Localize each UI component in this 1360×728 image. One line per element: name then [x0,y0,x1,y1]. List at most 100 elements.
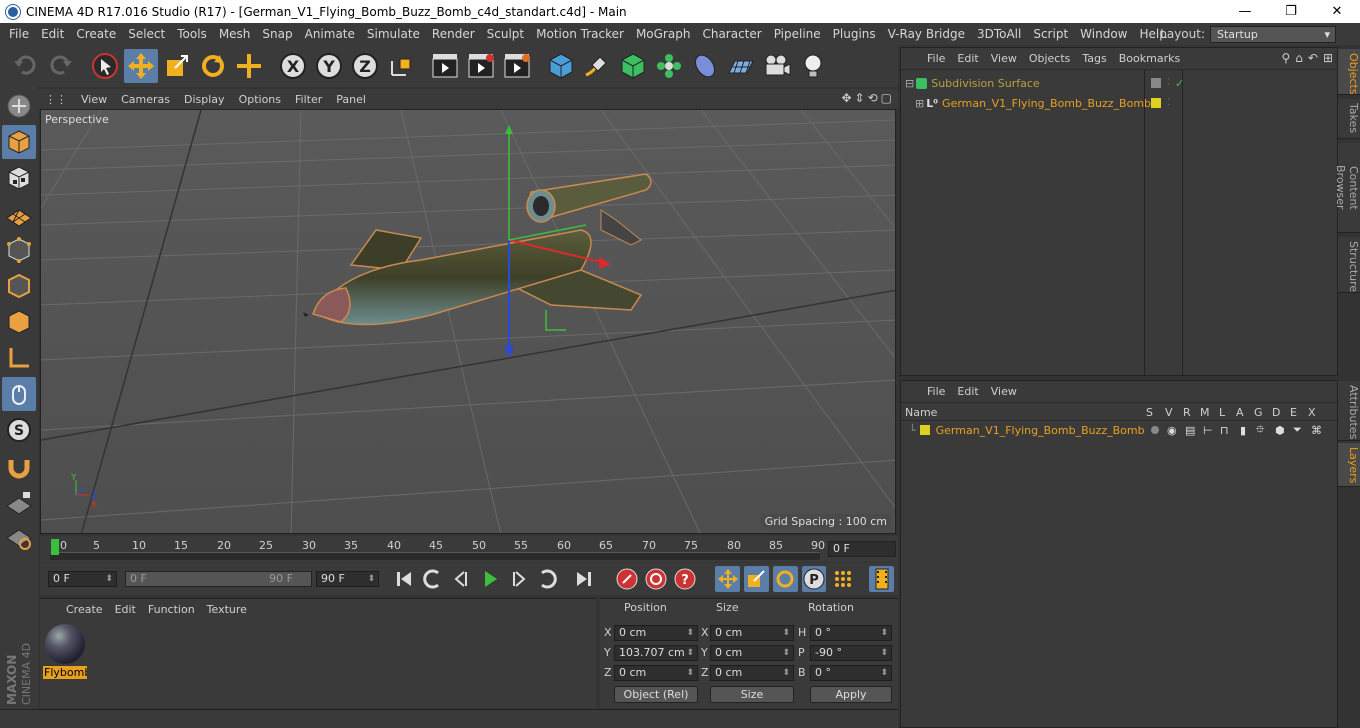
material-menu-texture[interactable]: Texture [201,603,253,616]
menu-plugins[interactable]: Plugins [827,27,882,41]
menu-mesh[interactable]: Mesh [213,27,257,41]
key-position-button[interactable] [715,566,740,592]
redo-button[interactable] [44,49,78,83]
coordinate-system-button[interactable] [384,49,418,83]
locked-workplane-button[interactable] [2,485,36,519]
menu-mograph[interactable]: MoGraph [630,27,697,41]
play-button[interactable] [478,566,503,592]
visibility-dots-icon[interactable]: ⁚ [1167,78,1170,88]
menu-snap[interactable]: Snap [256,27,298,41]
expand-icon[interactable]: ⊞ [915,97,924,110]
scale-tool-button[interactable] [160,49,194,83]
object-menu-view[interactable]: View [985,52,1023,65]
menu-select[interactable]: Select [122,27,171,41]
layer-menu-edit[interactable]: Edit [951,385,984,398]
record-active-objects-button[interactable] [615,566,640,592]
menu-render[interactable]: Render [426,27,481,41]
xref-icon[interactable]: ⌘ [1311,424,1322,437]
layer-menu-file[interactable]: File [921,385,951,398]
column-view[interactable]: V [1165,406,1173,419]
deformer-icon[interactable]: ⬢ [1275,424,1285,437]
menu-sculpt[interactable]: Sculpt [481,27,530,41]
add-floor-button[interactable] [724,49,758,83]
recent-tool-button[interactable] [232,49,266,83]
viewport-menu-panel[interactable]: Panel [329,93,373,106]
column-xref[interactable]: X [1308,406,1316,419]
autokeying-button[interactable] [644,566,669,592]
go-to-next-key-button[interactable] [535,566,560,592]
key-parameter-button[interactable]: P [801,566,827,592]
tab-layers[interactable]: Layers [1338,443,1360,487]
planar-workplane-button[interactable] [2,521,36,555]
layer-menu-view[interactable]: View [985,385,1023,398]
coordinate-mode-dropdown[interactable]: Object (Rel) [614,686,698,703]
rotate-tool-button[interactable] [196,49,230,83]
viewport-menu-options[interactable]: Options [232,93,288,106]
magnet-button[interactable] [2,449,36,483]
menu-pipeline[interactable]: Pipeline [768,27,827,41]
material-swatch[interactable]: Flybomb [43,622,87,680]
visibility-dots-icon[interactable]: ⁚ [1167,98,1170,108]
viewport-menu-view[interactable]: View [74,93,114,106]
previous-frame-button[interactable] [449,566,474,592]
perspective-viewport[interactable]: Y X Z Perspective Grid Spacing : 100 cm [40,109,896,534]
timeline-playhead[interactable] [51,539,59,555]
keyframe-selection-button[interactable]: ? [672,566,697,592]
menu-3dtoall[interactable]: 3DToAll [971,27,1027,41]
timeline-window-button[interactable] [869,566,894,592]
timeline-track[interactable] [50,552,820,560]
tab-content-browser[interactable]: Content Browser [1334,143,1360,233]
menu-create[interactable]: Create [70,27,122,41]
column-solo[interactable]: S [1146,406,1153,419]
column-name[interactable]: Name [905,406,937,419]
size-x-field[interactable]: 0 cm [710,625,794,641]
viewport-pan-icon[interactable]: ✥ [841,91,851,105]
viewport-maximize-icon[interactable]: ▢ [881,91,892,105]
enabled-check-icon[interactable]: ✓ [1175,77,1184,90]
tab-attributes[interactable]: Attributes [1338,381,1360,441]
layer-row[interactable]: └ German_V1_Flying_Bomb_Buzz_Bomb ◉ ▤ ⊢ … [909,421,1337,439]
minimize-button[interactable]: — [1222,0,1268,23]
timeline-ruler[interactable]: 0 5 10 15 20 25 30 35 40 45 50 55 60 65 … [40,536,898,562]
collapse-icon[interactable]: ⊟ [905,77,914,90]
menu-vray-bridge[interactable]: V-Ray Bridge [882,27,971,41]
polygons-mode-button[interactable] [2,305,36,339]
column-manager[interactable]: M [1200,406,1210,419]
viewport-orbit-icon[interactable]: ⟲ [868,91,878,105]
object-menu-edit[interactable]: Edit [951,52,984,65]
add-cube-button[interactable] [544,49,578,83]
render-clapper-icon[interactable]: ▤ [1185,424,1195,437]
column-locked[interactable]: L [1219,406,1225,419]
size-z-field[interactable]: 0 cm [710,665,794,681]
add-spline-button[interactable] [580,49,614,83]
preview-range-slider[interactable]: 0 F 90 F [124,571,312,587]
menu-motion-tracker[interactable]: Motion Tracker [530,27,630,41]
end-frame-field[interactable]: 90 F [315,571,380,587]
snap-button[interactable]: S [2,413,36,447]
go-to-previous-key-button[interactable] [420,566,445,592]
z-axis-lock-button[interactable]: Z [348,49,382,83]
apply-button[interactable]: Apply [810,686,892,703]
key-scale-button[interactable] [743,566,769,592]
add-camera-button[interactable] [760,49,794,83]
edges-mode-button[interactable] [2,269,36,303]
column-expressions[interactable]: E [1290,406,1297,419]
render-picture-viewer-button[interactable] [464,49,498,83]
add-deformer-button[interactable] [688,49,722,83]
position-z-field[interactable]: 0 cm [614,665,698,681]
x-axis-lock-button[interactable]: X [276,49,310,83]
viewport-dolly-icon[interactable]: ⇕ [855,91,865,105]
menu-script[interactable]: Script [1027,27,1074,41]
points-mode-button[interactable] [2,233,36,267]
menu-window[interactable]: Window [1074,27,1133,41]
workplane-mode-button[interactable] [2,197,36,231]
column-render[interactable]: R [1183,406,1191,419]
close-button[interactable]: ✕ [1314,0,1360,23]
add-array-button[interactable] [652,49,686,83]
layout-dropdown[interactable]: Startup [1210,25,1336,43]
column-animation[interactable]: A [1236,406,1244,419]
move-tool-button[interactable] [124,49,158,83]
start-frame-field[interactable]: 0 F [48,571,117,587]
search-icon[interactable]: ⚲ [1281,51,1290,65]
expression-icon[interactable]: ⏷ [1293,423,1302,437]
